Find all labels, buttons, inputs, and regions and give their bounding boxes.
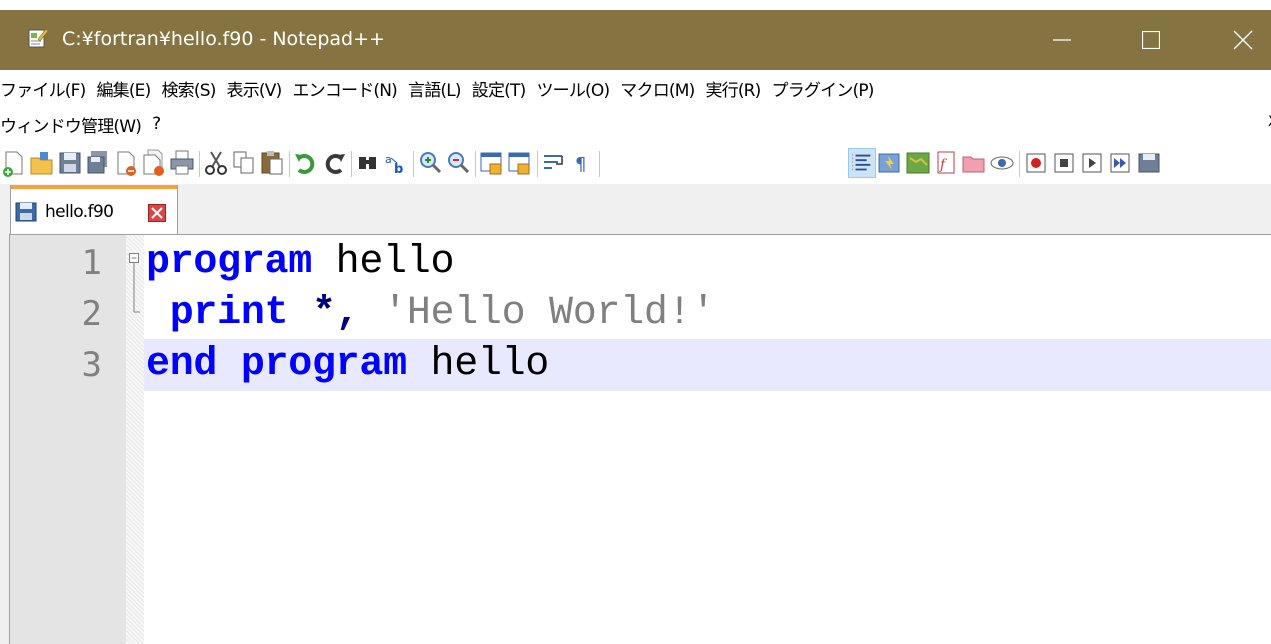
line-number: 1 xyxy=(81,243,102,283)
cut-icon[interactable] xyxy=(202,148,230,178)
new-file-icon[interactable] xyxy=(0,148,28,178)
code-line[interactable]: program hello xyxy=(146,237,454,289)
menu-plugins[interactable]: プラグイン(P) xyxy=(772,76,879,101)
line-number: 2 xyxy=(81,294,102,334)
menu-run[interactable]: 実行(R) xyxy=(705,76,765,101)
close-icon xyxy=(1233,30,1253,50)
word-wrap-icon[interactable] xyxy=(540,148,568,178)
tab-hello-f90[interactable]: hello.f90 xyxy=(10,185,178,234)
save-all-icon[interactable] xyxy=(84,148,112,178)
menu-encoding[interactable]: エンコード(N) xyxy=(292,76,402,101)
minimize-button[interactable] xyxy=(1039,10,1085,70)
menu-settings[interactable]: 設定(T) xyxy=(472,76,531,101)
left-frame xyxy=(0,234,10,644)
keyword-token: print xyxy=(169,291,289,336)
sync-horizontal-icon[interactable] xyxy=(506,148,534,178)
keyword-token: end xyxy=(146,342,218,387)
menu-row-2: ウィンドウ管理(W) ? xyxy=(0,106,171,142)
title-bar[interactable]: C:¥fortran¥hello.f90 - Notepad++ xyxy=(0,10,1271,70)
menu-window[interactable]: ウィンドウ管理(W) xyxy=(0,112,146,137)
sync-vertical-icon[interactable] xyxy=(478,148,506,178)
menu-tools[interactable]: ツール(O) xyxy=(536,76,614,101)
close-window-button[interactable] xyxy=(1220,10,1266,70)
folder-workspace-icon[interactable] xyxy=(960,148,988,178)
menu-bar: ファイル(F) 編集(E) 検索(S) 表示(V) エンコード(N) 言語(L)… xyxy=(0,70,1271,142)
fold-marker[interactable] xyxy=(128,252,142,322)
tab-close-icon[interactable] xyxy=(148,204,166,222)
copy-icon[interactable] xyxy=(230,148,258,178)
function-list-icon[interactable]: f xyxy=(932,148,960,178)
code-line[interactable]: end program hello xyxy=(146,339,549,391)
notepadpp-app-icon[interactable] xyxy=(28,27,48,49)
menu-row-1: ファイル(F) 編集(E) 検索(S) 表示(V) エンコード(N) 言語(L)… xyxy=(0,70,885,106)
menu-view[interactable]: 表示(V) xyxy=(227,76,287,101)
close-all-icon[interactable] xyxy=(140,148,168,178)
replace-icon[interactable]: ab xyxy=(382,148,410,178)
menu-help[interactable]: ? xyxy=(152,114,165,134)
menu-file[interactable]: ファイル(F) xyxy=(0,76,90,101)
user-language-icon[interactable] xyxy=(876,148,904,178)
record-macro-icon[interactable] xyxy=(1022,148,1050,178)
playback-icon[interactable] xyxy=(1078,148,1106,178)
document-map-icon[interactable] xyxy=(904,148,932,178)
paste-icon[interactable] xyxy=(258,148,286,178)
svg-text:a: a xyxy=(385,153,392,166)
zoom-in-icon[interactable] xyxy=(416,148,444,178)
maximize-button[interactable] xyxy=(1128,10,1174,70)
tab-label: hello.f90 xyxy=(45,202,114,222)
monitoring-icon[interactable] xyxy=(988,148,1016,178)
menu-search[interactable]: 検索(S) xyxy=(161,76,220,101)
close-file-icon[interactable] xyxy=(112,148,140,178)
code-line[interactable]: print *, 'Hello World!' xyxy=(146,288,716,340)
string-token: 'Hello World!' xyxy=(383,291,715,336)
menu-edit[interactable]: 編集(E) xyxy=(96,76,155,101)
open-file-icon[interactable] xyxy=(28,148,56,178)
saved-file-icon xyxy=(15,202,37,222)
find-icon[interactable] xyxy=(354,148,382,178)
active-tab-indicator xyxy=(11,185,177,189)
identifier-token: hello xyxy=(311,240,455,285)
show-all-characters-icon[interactable]: ¶ xyxy=(568,148,596,178)
window-title: C:¥fortran¥hello.f90 - Notepad++ xyxy=(62,28,385,50)
print-icon[interactable] xyxy=(168,148,196,178)
keyword-token: program xyxy=(146,240,312,285)
indent-guide-icon[interactable] xyxy=(848,148,876,178)
line-number: 3 xyxy=(81,345,102,385)
identifier-token: hello xyxy=(406,342,550,387)
redo-icon[interactable] xyxy=(320,148,348,178)
svg-text:¶: ¶ xyxy=(575,154,586,175)
maximize-icon xyxy=(1142,31,1160,49)
save-icon[interactable] xyxy=(56,148,84,178)
stop-recording-icon[interactable] xyxy=(1050,148,1078,178)
keyword-token: program xyxy=(240,342,407,387)
undo-icon[interactable] xyxy=(292,148,320,178)
toolbar: ab ¶ f xyxy=(0,142,1271,184)
menu-language[interactable]: 言語(L) xyxy=(408,76,466,101)
run-macro-multiple-icon[interactable] xyxy=(1106,148,1134,178)
operator-token: *, xyxy=(311,291,360,336)
save-macro-icon[interactable] xyxy=(1134,148,1162,178)
menu-macro[interactable]: マクロ(M) xyxy=(620,76,699,101)
tab-bar: hello.f90 xyxy=(0,184,1271,235)
minimize-icon xyxy=(1053,39,1071,41)
svg-text:b: b xyxy=(394,162,403,177)
zoom-out-icon[interactable] xyxy=(444,148,472,178)
